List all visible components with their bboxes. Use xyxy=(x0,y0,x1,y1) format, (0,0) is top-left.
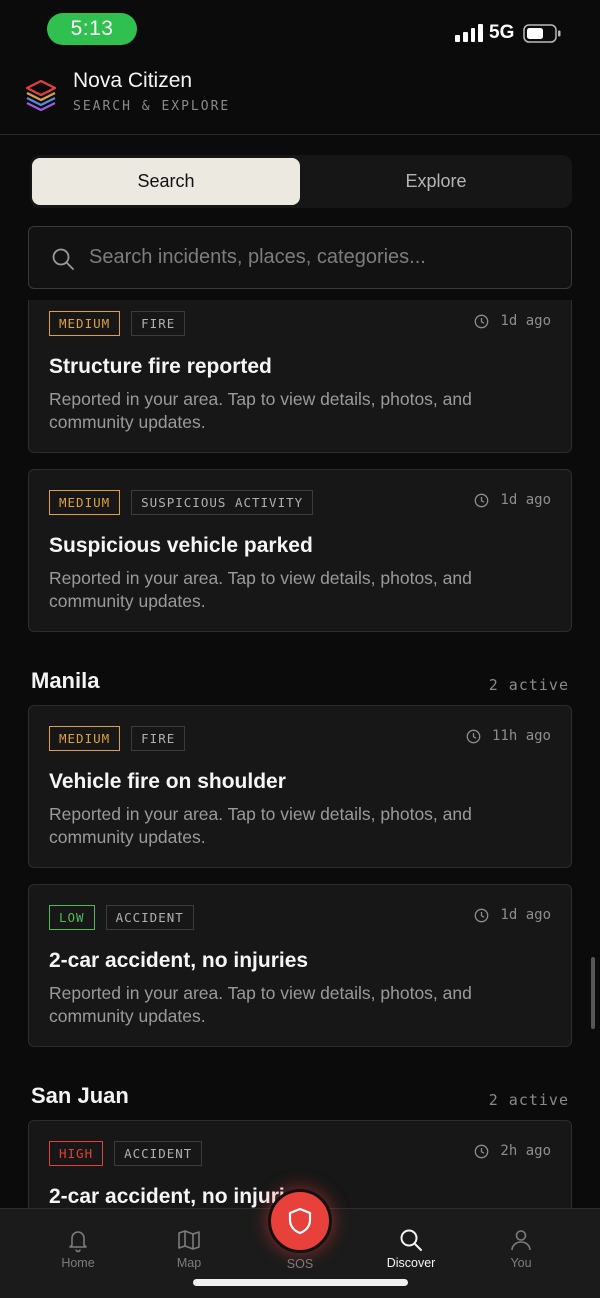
time-ago-label: 1d ago xyxy=(500,313,551,329)
search-input[interactable] xyxy=(87,227,557,287)
incident-card[interactable]: LOW ACCIDENT 1d ago 2-car accident, no i… xyxy=(28,884,572,1047)
incident-list[interactable]: MEDIUM FIRE 1d ago Structure fire report… xyxy=(0,300,600,1208)
app-header: Nova Citizen SEARCH & EXPLORE xyxy=(0,58,600,135)
severity-badge: MEDIUM xyxy=(49,490,121,515)
search-box xyxy=(28,226,572,289)
battery-icon xyxy=(523,24,561,43)
stacked-layers-icon xyxy=(25,79,57,112)
time-ago-label: 11h ago xyxy=(491,728,551,744)
clock-icon xyxy=(475,908,489,922)
section-count-san-juan: 2 active xyxy=(488,1091,569,1109)
incident-description: Reported in your area. Tap to view detai… xyxy=(49,568,472,611)
incident-card[interactable]: MEDIUM FIRE 1d ago Structure fire report… xyxy=(28,300,572,453)
tab-explore[interactable]: Explore xyxy=(302,158,570,205)
status-time: 5:13 xyxy=(47,13,137,45)
app-title: Nova Citizen xyxy=(73,69,193,92)
incident-card[interactable]: MEDIUM FIRE 11h ago Vehicle fire on shou… xyxy=(28,705,572,868)
nav-discover[interactable]: Discover xyxy=(366,1227,456,1270)
category-badge: FIRE xyxy=(131,726,186,751)
time-ago-label: 1d ago xyxy=(500,492,551,508)
section-title-san-juan: San Juan xyxy=(31,1083,129,1108)
tab-search[interactable]: Search xyxy=(32,158,300,205)
section-count-manila: 2 active xyxy=(488,676,569,694)
nav-home[interactable]: Home xyxy=(33,1227,123,1270)
time-ago-label: 1d ago xyxy=(500,907,551,923)
scrollbar[interactable] xyxy=(591,957,595,1029)
clock-icon xyxy=(466,729,481,743)
incident-title: Vehicle fire on shoulder xyxy=(49,770,286,793)
incident-title: Suspicious vehicle parked xyxy=(49,534,313,557)
search-explore-tabs: Search Explore xyxy=(30,155,572,208)
severity-badge: LOW xyxy=(49,905,95,930)
network-type: 5G xyxy=(489,22,515,43)
category-badge: FIRE xyxy=(131,311,186,336)
incident-description: Reported in your area. Tap to view detai… xyxy=(49,389,472,432)
clock-icon xyxy=(475,314,489,328)
severity-badge: MEDIUM xyxy=(49,726,121,751)
time-ago: 1d ago xyxy=(474,492,551,508)
severity-badge: HIGH xyxy=(49,1141,104,1166)
status-bar: 5:13 5G xyxy=(0,0,600,58)
category-badge: SUSPICIOUS ACTIVITY xyxy=(131,490,314,515)
clock-icon xyxy=(475,493,489,507)
category-badge: ACCIDENT xyxy=(105,905,194,930)
incident-title: Structure fire reported xyxy=(49,355,272,378)
nav-you-label: You xyxy=(510,1256,532,1270)
sos-button[interactable] xyxy=(268,1189,332,1253)
severity-badge: MEDIUM xyxy=(49,311,121,336)
shield-icon xyxy=(288,1207,312,1235)
bell-icon xyxy=(69,1231,87,1253)
incident-card[interactable]: MEDIUM SUSPICIOUS ACTIVITY 1d ago Suspic… xyxy=(28,469,572,632)
clock-icon xyxy=(475,1144,489,1158)
nav-map[interactable]: Map xyxy=(144,1227,234,1270)
category-badge: ACCIDENT xyxy=(114,1141,203,1166)
search-icon xyxy=(400,1229,422,1251)
search-icon xyxy=(52,248,74,270)
sos-label: SOS xyxy=(286,1257,314,1271)
home-indicator xyxy=(193,1279,408,1286)
nav-map-label: Map xyxy=(176,1256,202,1270)
app-subtitle: SEARCH & EXPLORE xyxy=(73,99,231,114)
nav-discover-label: Discover xyxy=(386,1256,436,1270)
nav-you[interactable]: You xyxy=(476,1227,566,1270)
incident-description: Reported in your area. Tap to view detai… xyxy=(49,804,472,847)
incident-description: Reported in your area. Tap to view detai… xyxy=(49,983,472,1026)
time-ago: 1d ago xyxy=(474,313,551,329)
incident-title: 2-car accident, no injuries xyxy=(49,949,309,972)
time-ago-label: 2h ago xyxy=(500,1143,551,1159)
section-title-manila: Manila xyxy=(31,668,100,693)
nav-home-label: Home xyxy=(61,1256,95,1270)
incident-title: 2-car accident, no injuries xyxy=(49,1185,309,1208)
time-ago: 11h ago xyxy=(466,728,551,744)
cellular-signal-icon xyxy=(455,24,483,42)
time-ago: 2h ago xyxy=(474,1143,551,1159)
user-icon xyxy=(511,1230,531,1251)
time-ago: 1d ago xyxy=(474,907,551,923)
map-icon xyxy=(178,1230,200,1250)
